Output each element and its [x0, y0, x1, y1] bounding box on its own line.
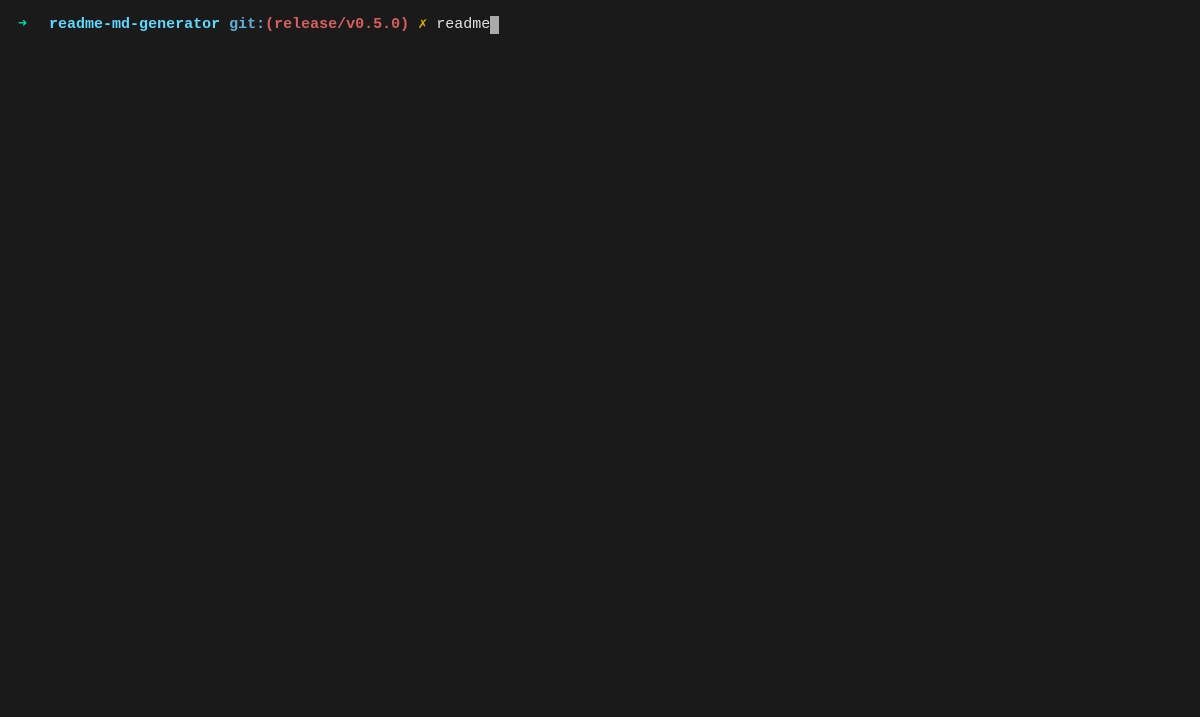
terminal-cursor — [490, 16, 499, 34]
prompt-git-branch: release/v0.5.0 — [274, 14, 400, 37]
terminal-prompt-line[interactable]: ➜ readme-md-generator git: ( release/v0.… — [18, 14, 1182, 37]
prompt-arrow-icon: ➜ — [18, 14, 27, 37]
prompt-paren-close: ) — [400, 14, 409, 37]
prompt-dirty-icon: ✗ — [418, 14, 427, 37]
command-input[interactable]: readme — [436, 14, 490, 37]
prompt-git-label: git: — [229, 14, 265, 37]
prompt-directory: readme-md-generator — [49, 14, 220, 37]
prompt-paren-open: ( — [265, 14, 274, 37]
